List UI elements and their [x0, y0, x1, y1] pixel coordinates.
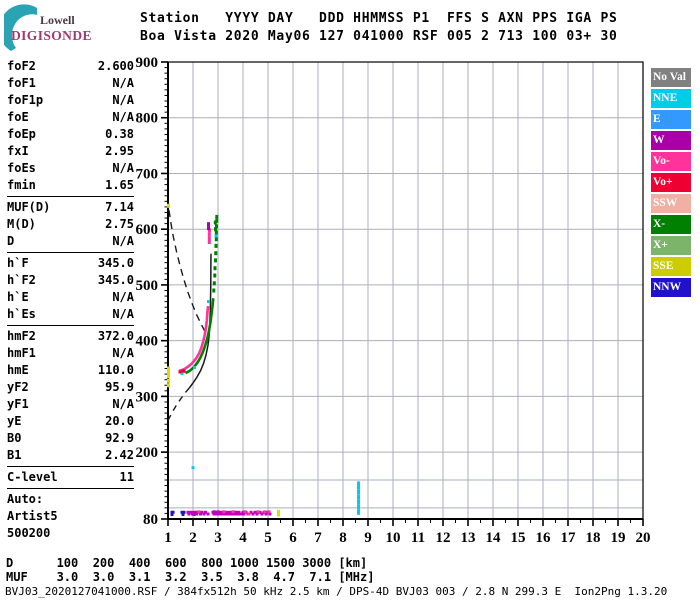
series-x-trace-upper-dots-dot [214, 243, 218, 248]
series-x-trace-upper-dots-dot [214, 251, 218, 256]
series-sse-yellow-marks-dot [277, 512, 280, 517]
series-noise-pink-dot [243, 510, 247, 514]
file-info-line: BVJ03_2020127041000.RSF / 384fx512h 50 k… [5, 585, 668, 598]
ionogram-app: { "logo": { "line1": "Lowell", "line2": … [0, 0, 700, 600]
series-x-trace-lower [184, 298, 215, 375]
series-noise-blue-dot [182, 510, 186, 514]
series-noise-pink-dot [267, 510, 271, 514]
x-tick-label: 15 [511, 530, 526, 546]
x-tick-label: 14 [486, 530, 502, 546]
x-tick-label: 20 [636, 530, 651, 546]
x-tick-label: 7 [314, 530, 322, 546]
series-x-trace-upper-dots-dot [215, 218, 219, 223]
y-tick-label: 400 [136, 334, 159, 350]
series-nne-cyan-column-dot [357, 499, 360, 505]
plot-border [167, 61, 644, 520]
series-sse-yellow-marks-dot [167, 366, 170, 371]
x-tick-label: 9 [364, 530, 372, 546]
x-tick-label: 2 [189, 530, 197, 546]
series-profile-dashed [167, 387, 190, 421]
series-x-trace-upper-dots-dot [214, 227, 217, 232]
series-w-dash-upper-dot [207, 226, 210, 231]
legend-item-nne: NNE [651, 89, 691, 108]
y-tick-label: 900 [136, 55, 159, 71]
x-tick-label: 16 [536, 530, 552, 546]
x-tick-label: 4 [239, 530, 247, 546]
legend-item-e: E [651, 110, 691, 129]
legend-item-vo+: Vo+ [651, 173, 691, 192]
series-sse-yellow-marks-dot [167, 370, 170, 375]
x-tick-label: 18 [586, 530, 601, 546]
series-nne-cyan-column-dot [357, 481, 360, 487]
legend-item-x-: X- [651, 215, 691, 234]
x-tick-label: 5 [264, 530, 272, 546]
legend-item-vo-: Vo- [651, 152, 691, 171]
x-tick-label: 11 [411, 530, 425, 546]
x-tick-label: 8 [339, 530, 347, 546]
series-vo-plus-red-marks-dot [182, 369, 186, 373]
series-x-trace-upper-dots-dot [212, 288, 216, 293]
series-x-trace-upper-dots-dot [213, 273, 217, 278]
series-x-trace-upper-dots-dot [213, 266, 217, 271]
series-sse-yellow-marks-dot [167, 203, 170, 208]
series-noise-magenta-dot [206, 512, 210, 516]
series-noise-pink-dot [256, 510, 260, 514]
series-x-trace-upper-dots-dot [214, 237, 218, 242]
series-vo-minus-dash-upper-dot [207, 236, 211, 241]
series-nne-cyan-marks-dot [193, 365, 196, 369]
series-nne-cyan-column-dot [357, 509, 360, 515]
y-tick-label: 700 [136, 166, 159, 182]
series-vo-plus-red-marks-dot [178, 370, 182, 374]
x-tick-label: 1 [164, 530, 172, 546]
legend-item-nnw: NNW [651, 278, 691, 297]
legend-item-noval: No Val [651, 68, 691, 87]
series-nne-cyan-column-dot [357, 489, 360, 495]
x-tick-label: 3 [214, 530, 222, 546]
series-nne-cyan-marks-dot [214, 234, 218, 238]
series-x-trace-upper-dots-dot [215, 214, 219, 219]
series-x-trace-upper-dots-dot [212, 281, 216, 286]
series-nne-cyan-marks-dot [191, 466, 195, 470]
legend-item-ssw: SSW [651, 194, 691, 213]
series-noise-pink-dot [197, 510, 201, 514]
series-vo-minus-dash-upper-dot [207, 232, 211, 237]
y-tick-label: 200 [136, 445, 159, 461]
series-sse-yellow-marks-dot [167, 378, 170, 383]
y-tick-label: 300 [136, 389, 159, 405]
y-tick-label: 500 [136, 278, 159, 294]
series-w-dash-upper-dot [207, 222, 210, 227]
y-tick-label: 600 [136, 222, 159, 238]
legend-item-sse: SSE [651, 257, 691, 276]
series-noise-blue-dot [171, 510, 175, 514]
series-vo-minus-dash-upper-dot [207, 240, 211, 244]
legend-item-w: W [651, 131, 691, 150]
ionogram-plot: 900800700600500400300200801 2 3 4 5 6 7 8 9 10 11 1… [136, 55, 651, 546]
muf-distance-table: D 100 200 400 600 800 1000 1500 3000 [km… [6, 556, 374, 584]
series-nne-cyan-column-dot [357, 504, 360, 510]
muf-row: MUF 3.0 3.0 3.1 3.2 3.5 3.8 4.7 7.1 [MHz… [6, 570, 375, 584]
distance-row: D 100 200 400 600 800 1000 1500 3000 [km… [6, 556, 368, 570]
x-tick-label: 12 [436, 530, 451, 546]
series-noise-pink-dot [263, 510, 267, 514]
series-noise-pink-dot [231, 510, 235, 514]
doppler-direction-legend: No Val NNE E W Vo- Vo+ SSW X- X+ SSE NNW [651, 68, 691, 299]
x-tick-label: 10 [386, 530, 401, 546]
series-sse-yellow-marks-dot [167, 383, 170, 388]
x-tick-label: 6 [289, 530, 297, 546]
x-tick-label: 19 [611, 530, 626, 546]
series-nne-cyan-column-dot [357, 494, 360, 500]
series-nne-cyan-marks-dot [207, 300, 210, 304]
series-noise-pink-dot [247, 512, 251, 516]
series-sse-yellow-marks-dot [167, 374, 170, 379]
series-noise-pink-dot [222, 510, 226, 514]
y-tick-label: 80 [143, 512, 158, 528]
legend-item-x+: X+ [651, 236, 691, 255]
x-tick-label: 13 [461, 530, 476, 546]
y-tick-label: 800 [136, 111, 159, 127]
x-tick-label: 17 [561, 530, 577, 546]
series-x-trace-upper-dots-dot [214, 258, 217, 263]
